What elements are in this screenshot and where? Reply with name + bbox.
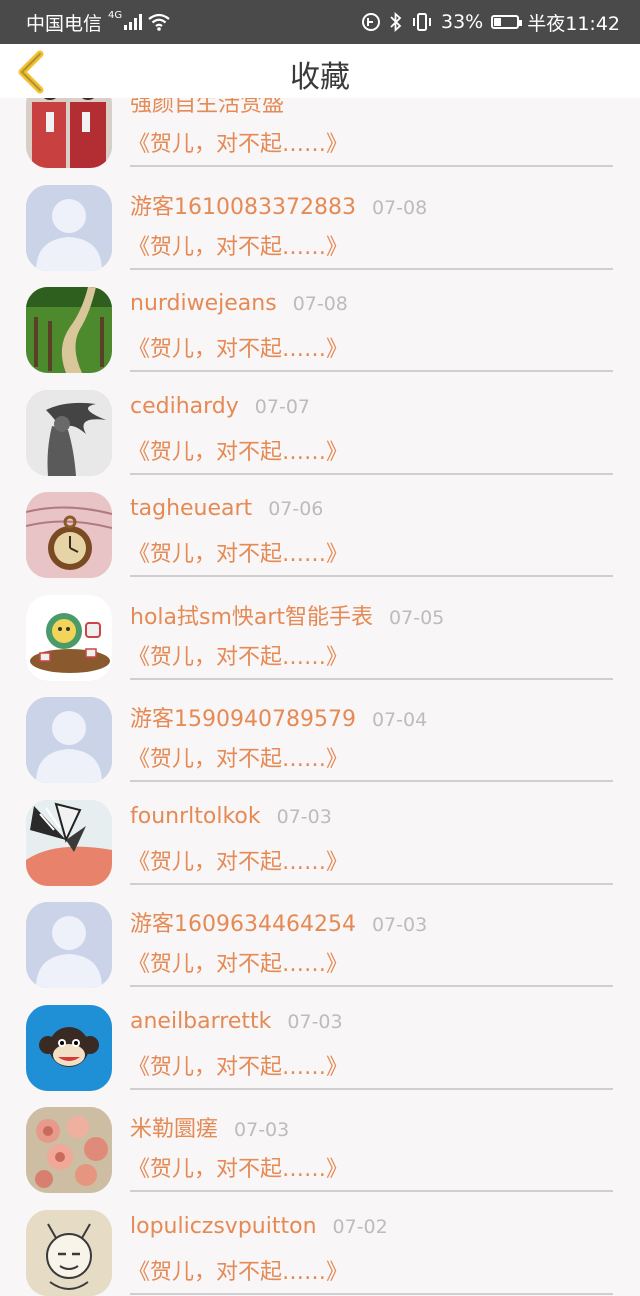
- post-date: 07-04: [371, 709, 428, 731]
- post-date: 07-05: [389, 606, 445, 629]
- favorite-title[interactable]: 《贺儿，对不起……》: [128, 1254, 348, 1286]
- list-item[interactable]: lopuliczsvpuitton 07-02 《贺儿，对不起……》: [0, 1192, 640, 1296]
- battery-icon: [491, 15, 523, 29]
- post-date: 07-08: [371, 196, 428, 219]
- signal-icon: [124, 14, 143, 30]
- username[interactable]: founrltolkok 07-03: [130, 804, 332, 829]
- list-item[interactable]: 游客1609634464254 07-03 《贺儿，对不起……》: [0, 884, 640, 988]
- avatar[interactable]: [26, 697, 112, 783]
- avatar[interactable]: [26, 1107, 112, 1193]
- post-date: 07-07: [254, 395, 310, 418]
- battery-percent: 33%: [441, 11, 484, 33]
- favorite-title[interactable]: 《贺儿，对不起……》: [128, 1151, 348, 1183]
- avatar[interactable]: [26, 492, 112, 578]
- username[interactable]: 游客1609634464254 07-03: [130, 906, 427, 938]
- post-date: 07-03: [276, 805, 332, 828]
- carrier-label: 中国电信: [26, 12, 103, 35]
- favorite-title[interactable]: 《贺儿，对不起……》: [128, 126, 348, 158]
- data-saver-icon: [362, 13, 380, 31]
- list-item[interactable]: nurdiwejeans 07-08 《贺儿，对不起……》: [0, 269, 640, 373]
- username[interactable]: hola拭sm怏art智能手表 07-05: [130, 599, 444, 631]
- username-text: 游客1610083372883: [130, 194, 356, 220]
- favorite-title[interactable]: 《贺儿，对不起……》: [128, 331, 348, 363]
- list-item[interactable]: hola拭sm怏art智能手表 07-05 《贺儿，对不起……》: [0, 577, 640, 681]
- username-text: aneilbarrettk: [130, 1008, 272, 1034]
- favorite-title[interactable]: 《贺儿，对不起……》: [128, 229, 348, 261]
- favorite-title[interactable]: 《贺儿，对不起……》: [128, 741, 348, 773]
- favorite-title[interactable]: 《贺儿，对不起……》: [128, 434, 348, 466]
- page-title: 收藏: [290, 60, 350, 95]
- list-item[interactable]: founrltolkok 07-03 《贺儿，对不起……》: [0, 782, 640, 886]
- username[interactable]: aneilbarrettk 07-03: [130, 1009, 343, 1034]
- avatar[interactable]: [26, 799, 112, 886]
- favorite-title[interactable]: 《贺儿，对不起……》: [128, 844, 348, 876]
- avatar[interactable]: [26, 184, 112, 271]
- post-date: 07-06: [268, 498, 324, 520]
- vibrate-icon: [413, 13, 431, 31]
- avatar[interactable]: [26, 1004, 112, 1091]
- avatar[interactable]: [26, 389, 112, 476]
- username-text: cedihardy: [130, 393, 239, 419]
- username-text: 游客1609634464254: [130, 912, 356, 937]
- list-item[interactable]: cedihardy 07-07 《贺儿，对不起……》: [0, 372, 640, 476]
- avatar[interactable]: [26, 1209, 112, 1296]
- username[interactable]: 游客1610083372883 07-08: [130, 189, 427, 221]
- post-date: 07-03: [287, 1010, 343, 1033]
- username[interactable]: cedihardy 07-07: [130, 394, 310, 419]
- username-text: 米勒圜瘥: [130, 1117, 219, 1142]
- post-date: 07-08: [292, 293, 348, 315]
- username[interactable]: tagheueart 07-06: [130, 496, 323, 521]
- username[interactable]: 游客1590940789579 07-04: [130, 701, 427, 733]
- username-text: hola拭sm怏art智能手表: [130, 604, 374, 630]
- post-date: 07-03: [371, 914, 428, 936]
- username[interactable]: 米勒圜瘥 07-03: [130, 1111, 289, 1143]
- avatar[interactable]: [26, 287, 112, 373]
- favorite-title[interactable]: 《贺儿，对不起……》: [128, 1049, 348, 1081]
- list-item[interactable]: 游客1610083372883 07-08 《贺儿，对不起……》: [0, 167, 640, 271]
- username-text: founrltolkok: [130, 803, 261, 829]
- username-text: nurdiwejeans: [130, 291, 277, 316]
- post-date: 07-02: [332, 1215, 388, 1238]
- favorite-title[interactable]: 《贺儿，对不起……》: [128, 946, 348, 978]
- list-item[interactable]: 游客1590940789579 07-04 《贺儿，对不起……》: [0, 679, 640, 783]
- bluetooth-icon: [390, 12, 402, 32]
- username-text: 游客1590940789579: [130, 707, 356, 732]
- avatar[interactable]: [26, 902, 112, 988]
- header-bar: 收藏: [0, 44, 640, 98]
- network-type: 4G: [108, 9, 123, 21]
- favorite-title[interactable]: 《贺儿，对不起……》: [128, 536, 348, 568]
- post-date: 07-03: [234, 1119, 290, 1141]
- clock: 半夜11:42: [527, 12, 620, 35]
- username[interactable]: lopuliczsvpuitton 07-02: [130, 1214, 388, 1239]
- username-text: lopuliczsvpuitton: [130, 1213, 317, 1239]
- username-text: tagheueart: [130, 496, 253, 521]
- wifi-icon: [148, 13, 170, 31]
- list-item[interactable]: tagheueart 07-06 《贺儿，对不起……》: [0, 474, 640, 578]
- list-item[interactable]: aneilbarrettk 07-03 《贺儿，对不起……》: [0, 987, 640, 1091]
- favorite-title[interactable]: 《贺儿，对不起……》: [128, 639, 348, 671]
- avatar[interactable]: [26, 594, 112, 681]
- status-bar: 中国电信 4G 33% 半夜11:42: [0, 0, 640, 44]
- username[interactable]: nurdiwejeans 07-08: [130, 291, 348, 316]
- row-divider: [130, 1292, 613, 1295]
- list-item[interactable]: 米勒圜瘥 07-03 《贺儿，对不起……》: [0, 1089, 640, 1193]
